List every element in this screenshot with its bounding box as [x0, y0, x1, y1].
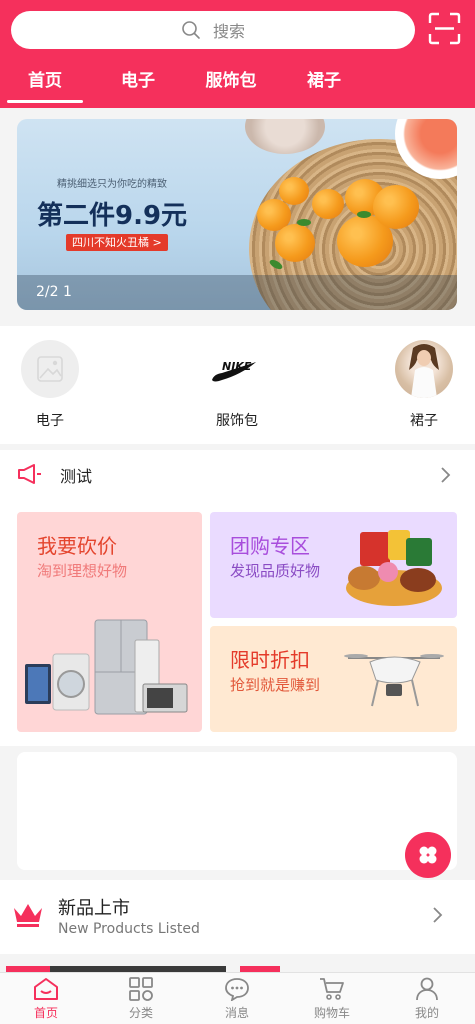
nav-label: 消息: [224, 1006, 249, 1020]
orange-image: [275, 224, 315, 262]
category-label: 电子: [36, 413, 64, 429]
promo-group-buy[interactable]: 团购专区 发现品质好物: [210, 512, 457, 618]
product-list-peek: [0, 954, 475, 972]
category-clothing-bags[interactable]: NIKE 服饰包: [202, 340, 272, 430]
user-icon: [416, 977, 438, 1001]
promo-subtitle: 抢到就是赚到: [230, 676, 321, 694]
search-icon: [182, 21, 200, 39]
leaf-image: [297, 219, 311, 226]
promo-title: 我要砍价: [37, 534, 117, 558]
nav-label: 首页: [33, 1006, 58, 1020]
category-label: 服饰包: [216, 413, 258, 429]
nav-messages[interactable]: 消息: [207, 977, 267, 1021]
promo-flash-sale[interactable]: 限时折扣 抢到就是赚到: [210, 626, 457, 732]
nav-cart[interactable]: 购物车: [302, 977, 362, 1021]
banner-bowl-image: [245, 119, 325, 154]
nav-profile[interactable]: 我的: [397, 977, 457, 1021]
svg-text:NIKE: NIKE: [222, 360, 252, 373]
new-products-section[interactable]: 新品上市 New Products Listed: [0, 880, 475, 954]
promo-subtitle: 发现品质好物: [230, 562, 321, 580]
chevron-right-icon: [433, 907, 443, 923]
tab-home[interactable]: 首页: [5, 66, 85, 103]
banner-pager: 2/2 1: [36, 284, 72, 300]
cart-icon: [320, 978, 344, 1000]
nav-home[interactable]: 首页: [16, 977, 76, 1021]
girl-avatar: [395, 340, 453, 398]
banner-tag[interactable]: 四川不知火丑橘 >: [66, 234, 168, 251]
banner-subtitle: 精挑细选只为你吃的精致: [57, 179, 167, 190]
nav-label: 分类: [128, 1006, 153, 1020]
scan-icon[interactable]: [428, 12, 461, 45]
banner-title: 第二件9.9元: [37, 201, 188, 231]
category-electronics[interactable]: 电子: [15, 340, 85, 430]
promo-grid: 我要砍价 淘到理想好物 团购专区 发现品质好物 限时折扣 抢到就是赚到: [0, 498, 475, 746]
orange-image: [373, 185, 419, 229]
notice-text: 测试: [60, 467, 93, 486]
orange-image: [279, 177, 309, 205]
leaf-image: [357, 211, 371, 218]
floating-menu-button[interactable]: [405, 832, 451, 878]
category-label: 裙子: [410, 413, 438, 429]
promo-title: 限时折扣: [230, 648, 310, 672]
tab-clothing-bags[interactable]: 服饰包: [191, 66, 271, 91]
megaphone-icon: [18, 464, 41, 484]
banner-pager-strip: [17, 275, 457, 310]
search-placeholder: 搜索: [212, 22, 245, 41]
promo-title: 团购专区: [230, 534, 310, 558]
top-tabs: 首页 电子 服饰包 裙子: [0, 60, 475, 108]
image-placeholder-icon: [21, 340, 79, 398]
appliances-image: [25, 619, 188, 715]
search-bar[interactable]: 搜索: [11, 11, 415, 49]
bottom-tab-bar: 首页 分类 消息 购物车 我的: [0, 972, 475, 1024]
home-icon: [34, 978, 58, 1000]
message-icon: [225, 978, 249, 1001]
crown-icon: [14, 904, 42, 927]
tab-electronics[interactable]: 电子: [98, 66, 178, 91]
flower-menu-icon: [419, 846, 437, 864]
nav-label: 我的: [414, 1006, 439, 1020]
nav-label: 购物车: [313, 1006, 350, 1020]
snacks-image: [346, 530, 442, 606]
category-icon: [129, 977, 153, 1001]
category-row: 电子 NIKE 服饰包 裙子: [0, 326, 475, 444]
drone-image: [344, 654, 444, 707]
promo-banner[interactable]: 精挑细选只为你吃的精致 第二件9.9元 四川不知火丑橘 > 2/2 1: [17, 119, 457, 310]
nav-category[interactable]: 分类: [111, 977, 171, 1021]
chevron-right-icon: [441, 467, 451, 483]
notice-bar[interactable]: 测试: [0, 450, 475, 498]
tab-skirts[interactable]: 裙子: [284, 66, 364, 91]
empty-content-card: [17, 752, 457, 870]
app-header: 搜索 首页 电子 服饰包 裙子: [0, 0, 475, 108]
new-products-title: 新品上市: [58, 898, 130, 919]
new-products-subtitle: New Products Listed: [58, 921, 200, 937]
promo-bargain[interactable]: 我要砍价 淘到理想好物: [17, 512, 202, 732]
nike-logo: NIKE: [208, 340, 266, 398]
category-skirts[interactable]: 裙子: [389, 340, 459, 430]
orange-image: [312, 189, 344, 219]
promo-subtitle: 淘到理想好物: [37, 562, 128, 580]
